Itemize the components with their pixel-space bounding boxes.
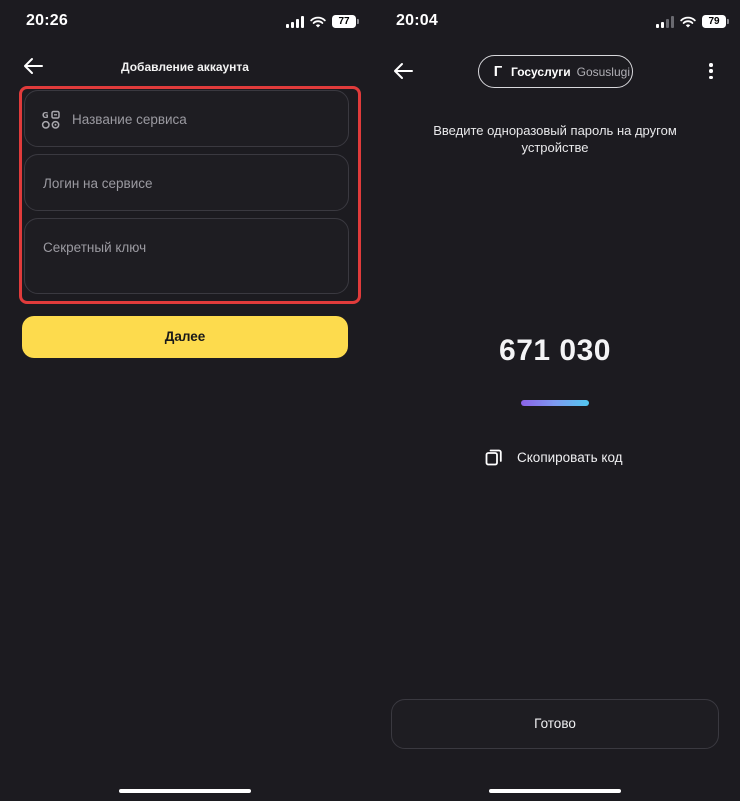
otp-code: 671 030 [499, 334, 611, 367]
copy-code-button[interactable]: Скопировать код [485, 448, 623, 466]
login-placeholder: Логин на сервисе [43, 176, 153, 191]
cellular-signal-icon [286, 15, 304, 28]
service-name-latin: Gosuslugi [576, 64, 630, 79]
service-name-placeholder: Название сервиса [72, 112, 187, 127]
service-chip[interactable]: Г Госуслуги Gosuslugi [478, 55, 633, 88]
service-name-input[interactable]: G Название сервиса [24, 90, 349, 147]
wifi-icon [310, 16, 326, 27]
service-grid-icon: G [41, 110, 60, 129]
status-icons: 79 [656, 15, 729, 28]
status-bar: 20:04 79 [370, 12, 740, 34]
otp-prompt: Введите одноразовый пароль на другом уст… [433, 123, 677, 155]
service-name: Госуслуги [511, 64, 571, 79]
login-input[interactable]: Логин на сервисе [24, 154, 349, 211]
arrow-left-icon[interactable] [392, 61, 414, 81]
status-time: 20:26 [26, 12, 68, 29]
battery-icon: 77 [332, 15, 359, 28]
service-logo: Г [493, 63, 503, 80]
otp-screen: 20:04 79 Г Госуслуги Gosuslugi Введите о… [370, 0, 740, 801]
more-vertical-icon[interactable] [709, 63, 713, 79]
otp-timer-bar [521, 400, 589, 406]
wifi-icon [680, 16, 696, 27]
secret-key-placeholder: Секретный ключ [43, 240, 147, 255]
done-button[interactable]: Готово [391, 699, 719, 749]
status-time: 20:04 [396, 12, 438, 29]
add-account-screen: 20:26 77 Добавление аккаунта G Название [0, 0, 370, 801]
copy-icon [485, 449, 502, 466]
svg-text:G: G [42, 111, 49, 120]
battery-icon: 79 [702, 15, 729, 28]
cellular-signal-icon [656, 15, 674, 28]
status-icons: 77 [286, 15, 359, 28]
home-indicator[interactable] [119, 789, 251, 793]
status-bar: 20:26 77 [0, 12, 370, 34]
home-indicator[interactable] [489, 789, 621, 793]
copy-code-label: Скопировать код [517, 449, 623, 465]
secret-key-input[interactable]: Секретный ключ [24, 218, 349, 294]
next-button[interactable]: Далее [22, 316, 348, 358]
page-title: Добавление аккаунта [121, 60, 249, 74]
